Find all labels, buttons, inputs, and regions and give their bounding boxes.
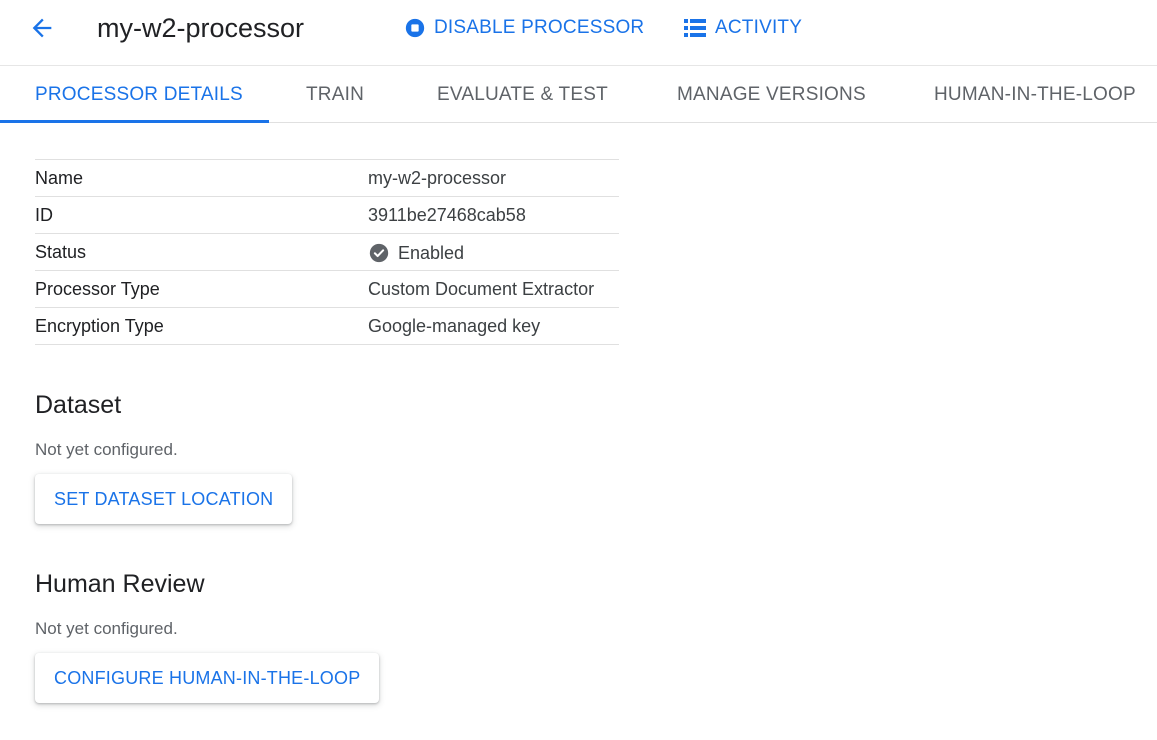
activity-button[interactable]: ACTIVITY — [683, 14, 802, 42]
detail-value: Google-managed key — [368, 316, 541, 336]
tab-human-in-the-loop[interactable]: HUMAN-IN-THE-LOOP — [934, 67, 1136, 123]
processor-details-table: Name my-w2-processor ID 3911be27468cab58… — [35, 159, 619, 345]
status-text: Enabled — [398, 242, 465, 263]
disable-processor-label: DISABLE PROCESSOR — [434, 17, 645, 38]
configure-human-in-the-loop-button[interactable]: CONFIGURE HUMAN-IN-THE-LOOP — [35, 653, 380, 703]
tab-evaluate-test[interactable]: EVALUATE & TEST — [437, 67, 608, 123]
dataset-heading: Dataset — [35, 391, 122, 419]
tab-bar: PROCESSOR DETAILS TRAIN EVALUATE & TEST … — [0, 67, 1157, 123]
tab-train[interactable]: TRAIN — [306, 67, 364, 123]
tab-manage-versions[interactable]: MANAGE VERSIONS — [677, 67, 866, 123]
detail-label: Status — [35, 242, 87, 262]
page-title: my-w2-processor — [97, 13, 305, 43]
detail-label: Processor Type — [35, 279, 160, 299]
detail-row-name: Name my-w2-processor — [35, 160, 619, 197]
tab-processor-details[interactable]: PROCESSOR DETAILS — [35, 67, 243, 123]
human-review-heading: Human Review — [35, 570, 205, 598]
check-circle-icon — [368, 242, 390, 264]
human-review-status-text: Not yet configured. — [35, 619, 178, 638]
detail-row-encryption-type: Encryption Type Google-managed key — [35, 308, 619, 345]
detail-row-status: Status Enabled — [35, 234, 619, 271]
detail-value: Custom Document Extractor — [368, 279, 595, 299]
status-value: Enabled — [368, 242, 464, 264]
detail-label: ID — [35, 205, 53, 225]
active-tab-indicator — [0, 120, 269, 123]
arrow-back-icon — [32, 18, 52, 38]
set-dataset-location-button[interactable]: SET DATASET LOCATION — [35, 474, 293, 524]
detail-label: Encryption Type — [35, 316, 164, 336]
activity-label: ACTIVITY — [715, 17, 803, 38]
detail-row-id: ID 3911be27468cab58 — [35, 197, 619, 234]
disable-processor-button[interactable]: DISABLE PROCESSOR — [404, 14, 644, 42]
stop-circle-icon — [405, 18, 425, 38]
back-button[interactable] — [24, 12, 60, 44]
list-icon — [684, 19, 706, 37]
detail-value: my-w2-processor — [368, 168, 507, 188]
detail-label: Name — [35, 168, 84, 188]
detail-value: 3911be27468cab58 — [368, 205, 526, 225]
dataset-status-text: Not yet configured. — [35, 440, 178, 459]
app-header: my-w2-processor DISABLE PROCESSOR ACTIVI… — [0, 0, 1157, 66]
detail-row-processor-type: Processor Type Custom Document Extractor — [35, 271, 619, 308]
